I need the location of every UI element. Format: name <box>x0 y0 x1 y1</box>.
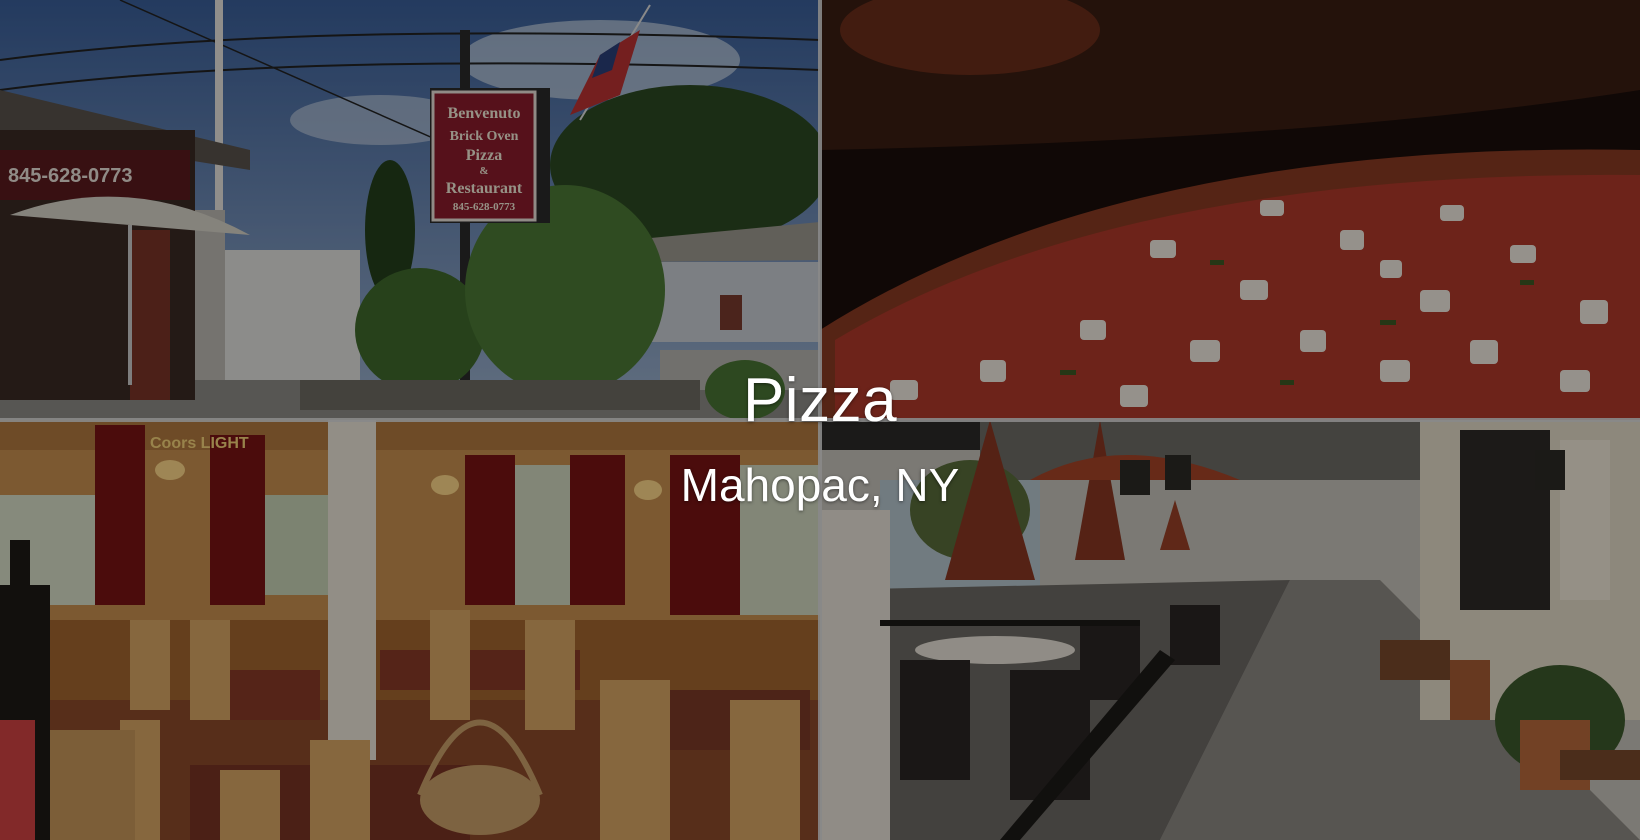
sign-line-6: 845-628-0773 <box>453 201 516 213</box>
storefront-photo: 845-628-0773 Benvenuto Brick Oven Pizza … <box>0 0 820 420</box>
sign-line-3: Pizza <box>466 147 502 164</box>
pizza-closeup-photo <box>820 0 1640 420</box>
location-subtitle: Mahopac, NY <box>680 459 960 511</box>
hero-title-block: Pizza Mahopac, NY <box>0 366 1640 511</box>
sign-line-4: & <box>479 165 488 177</box>
awning-phone-text: 845-628-0773 <box>8 165 133 187</box>
sign-line-2: Brick Oven <box>450 129 519 144</box>
page-title: Pizza <box>742 366 898 435</box>
sign-line-5: Restaurant <box>446 180 523 197</box>
sign-line-1: Benvenuto <box>448 105 521 122</box>
